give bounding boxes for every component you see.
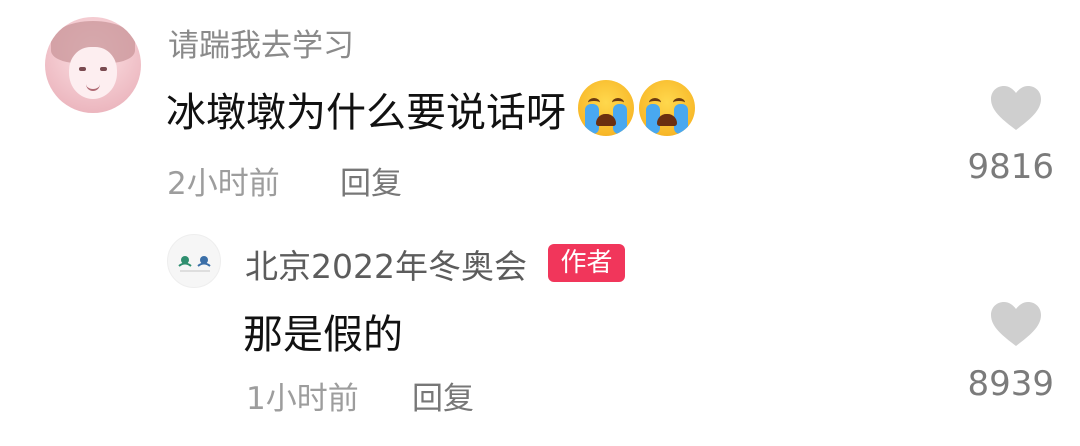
crying-face-emoji-icon [578,80,634,136]
avatar-eye [100,67,107,71]
like-count: 8939 [967,364,1054,404]
emoji-row [578,80,695,136]
reply-button[interactable]: 回复 [412,373,474,418]
crying-face-emoji-icon [639,80,695,136]
reply-timestamp: 1小时前 [246,381,359,417]
comment-thread: 请踹我去学习 冰墩墩为什么要说话呀 2小时前 回复 9816 北京2022年冬奥… [0,0,1080,446]
comment-text: 冰墩墩为什么要说话呀 [166,90,566,136]
comment-username[interactable]: 请踹我去学习 [168,20,354,65]
user-avatar[interactable] [45,17,141,113]
comment-timestamp: 2小时前 [167,166,280,202]
reply-text: 那是假的 [243,312,403,358]
olympics-avatar[interactable] [167,234,221,288]
olympics-logo-icon [178,256,211,272]
avatar-face [69,47,117,99]
reply-username[interactable]: 北京2022年冬奥会 [245,240,527,288]
author-badge: 作者 [548,244,625,282]
reply-button[interactable]: 回复 [340,158,402,203]
heart-icon[interactable] [989,300,1043,348]
avatar-eye [79,67,86,71]
heart-icon[interactable] [989,84,1043,132]
like-count: 9816 [967,147,1054,187]
